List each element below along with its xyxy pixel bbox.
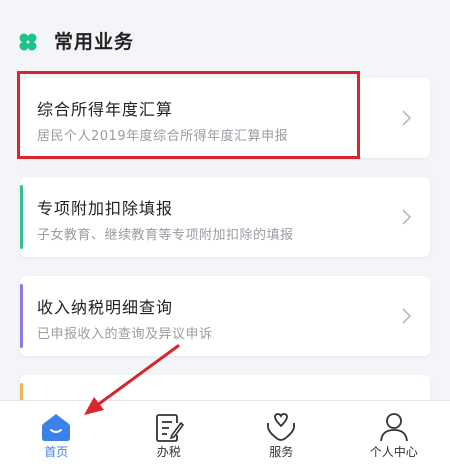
nav-label: 个人中心 [369,445,418,459]
card-subtitle: 已申报收入的查询及异议申诉 [37,327,213,342]
card-special-deduction[interactable]: 专项附加扣除填报 子女教育、继续教育等专项附加扣除的填报 [20,177,430,257]
section-title: 常用业务 [54,31,135,53]
highlight-box [17,71,360,159]
card-accent-bar [20,284,23,348]
heart-hand-icon [267,413,296,441]
chevron-right-icon [402,209,412,225]
chevron-right-icon [402,308,412,324]
nav-item-service[interactable]: 服务 [225,401,338,466]
document-edit-icon [155,414,184,442]
nav-item-profile[interactable]: 个人中心 [338,401,450,466]
chevron-right-icon [402,110,412,126]
clover-icon [19,33,37,51]
home-icon [42,414,71,441]
card-title: 专项附加扣除填报 [37,199,174,218]
card-accent-bar [20,185,23,249]
card-subtitle: 子女教育、继续教育等专项附加扣除的填报 [37,228,294,243]
nav-item-home[interactable]: 首页 [0,401,113,466]
nav-item-tax[interactable]: 办税 [113,401,226,466]
card-title: 收入纳税明细查询 [37,298,174,317]
nav-label: 办税 [156,445,181,459]
page: 常用业务 综合所得年度汇算 居民个人2019年度综合所得年度汇算申报 专项附加扣… [0,0,450,466]
card-income-query[interactable]: 收入纳税明细查询 已申报收入的查询及异议申诉 [20,276,430,356]
bottom-nav: 首页 办税 服务 个人中心 [0,400,450,466]
person-icon [379,413,408,442]
nav-label: 服务 [269,445,294,459]
nav-label: 首页 [44,445,69,459]
